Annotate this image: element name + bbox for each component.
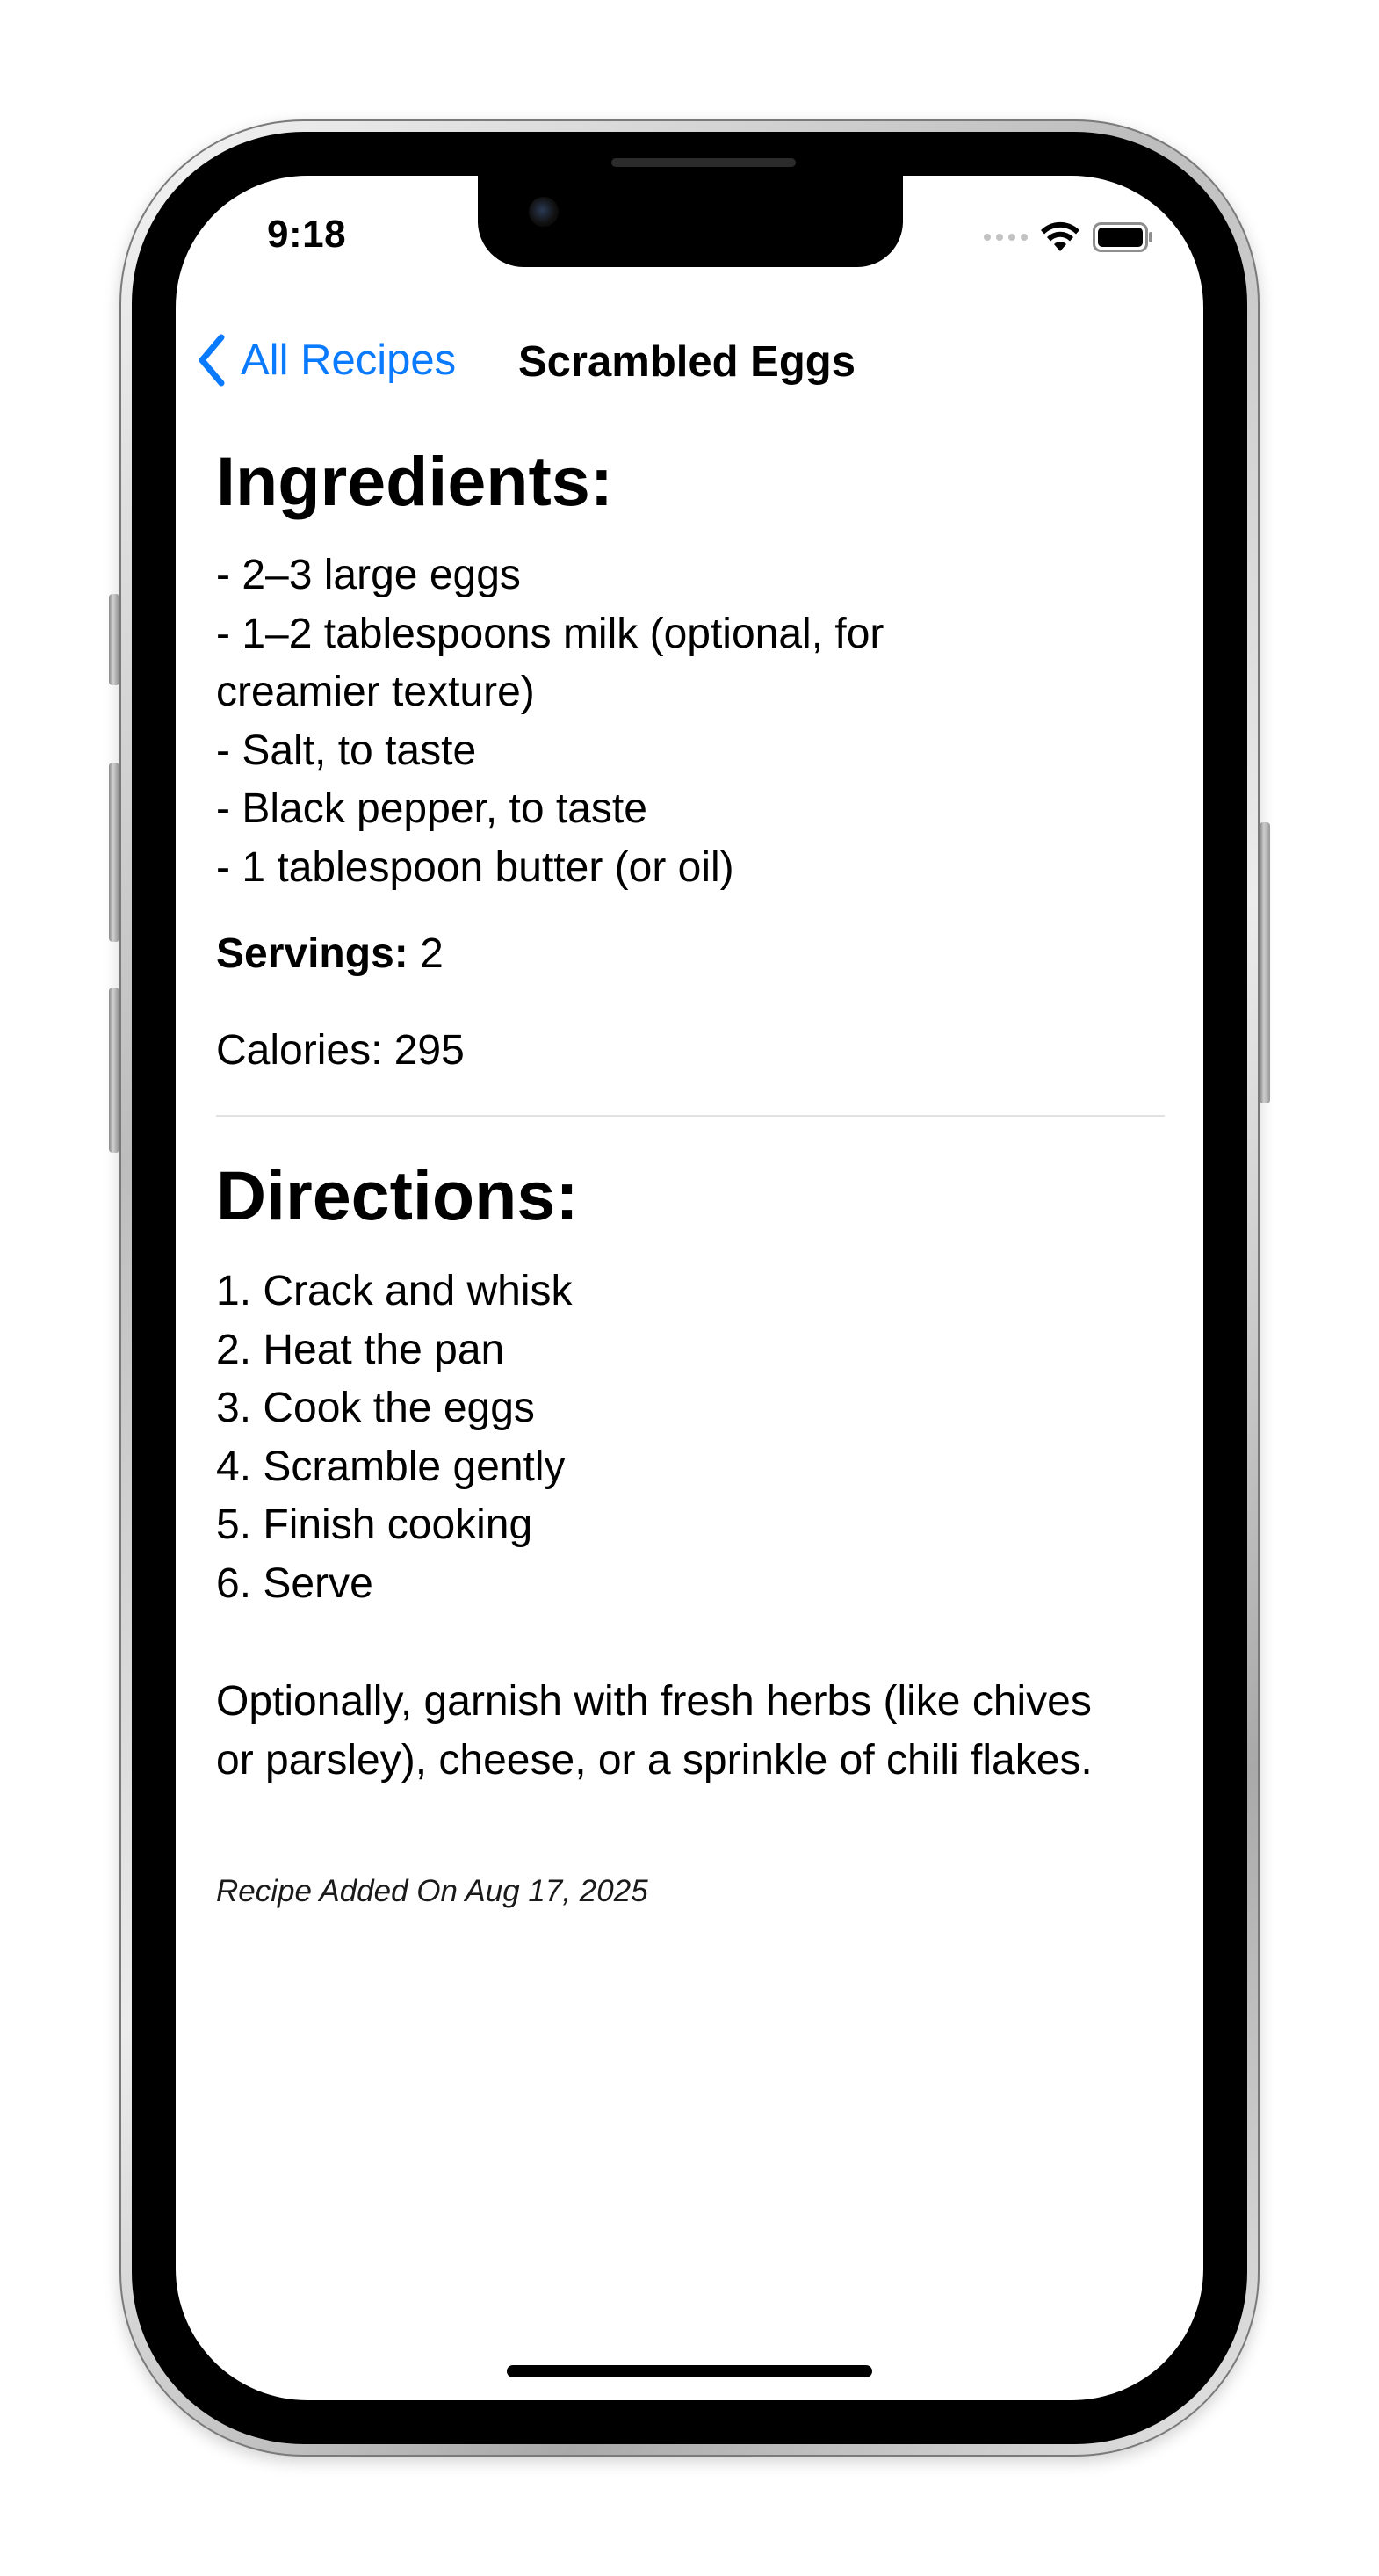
recipe-added-date: Recipe Added On Aug 17, 2025 [216, 1874, 648, 1908]
silent-switch [109, 594, 119, 685]
direction-step: 1. Crack and whisk [216, 1268, 573, 1314]
divider [216, 1115, 1165, 1117]
ingredients-heading: Ingredients: [216, 442, 614, 520]
navigation-bar: All Recipes Scrambled Eggs [176, 325, 1203, 404]
back-button-label: All Recipes [241, 336, 457, 384]
status-icons [984, 221, 1154, 253]
note-line: or parsley), cheese, or a sprinkle of ch… [216, 1736, 1093, 1784]
servings: Servings: 2 [216, 925, 1165, 983]
cellular-signal-icon [984, 234, 1028, 241]
status-time: 9:18 [267, 213, 347, 256]
ingredient-line: - Salt, to taste [216, 727, 477, 774]
volume-down-button [109, 988, 119, 1153]
calories: Calories: 295 [216, 1027, 465, 1074]
servings-label: Servings: [216, 930, 408, 977]
phone-frame: 9:18 All Recipes Scrambled Eggs Ingredie… [119, 119, 1260, 2457]
ingredient-line: - 1 tablespoon butter (or oil) [216, 843, 734, 891]
screen: 9:18 All Recipes Scrambled Eggs Ingredie… [176, 176, 1203, 2400]
battery-icon [1093, 222, 1152, 252]
directions-list: 1. Crack and whisk 2. Heat the pan 3. Co… [216, 1263, 1165, 1613]
note-line: Optionally, garnish with fresh herbs (li… [216, 1678, 1092, 1725]
volume-up-button [109, 763, 119, 942]
wifi-icon [1041, 221, 1079, 251]
earpiece-speaker [611, 158, 796, 167]
ingredient-line: - 1–2 tablespoons milk (optional, for [216, 610, 884, 657]
ingredient-line: - Black pepper, to taste [216, 785, 647, 832]
phone-bezel: 9:18 All Recipes Scrambled Eggs Ingredie… [132, 132, 1247, 2444]
back-button[interactable]: All Recipes [195, 332, 456, 388]
direction-step: 3. Cook the eggs [216, 1385, 535, 1431]
garnish-note: Optionally, garnish with fresh herbs (li… [216, 1673, 1165, 1790]
power-button [1260, 822, 1270, 1103]
direction-step: 5. Finish cooking [216, 1501, 533, 1548]
notch [478, 176, 903, 267]
direction-step: 6. Serve [216, 1559, 373, 1607]
recipe-content: Ingredients: - 2–3 large eggs - 1–2 tabl… [216, 439, 1165, 1909]
front-camera [529, 197, 559, 227]
direction-step: 2. Heat the pan [216, 1326, 505, 1373]
directions-heading: Directions: [216, 1156, 579, 1234]
direction-step: 4. Scramble gently [216, 1443, 566, 1490]
ingredients-list: - 2–3 large eggs - 1–2 tablespoons milk … [216, 546, 1165, 897]
servings-value: 2 [408, 930, 444, 977]
home-indicator[interactable] [507, 2365, 872, 2377]
ingredient-line: creamier texture) [216, 669, 535, 715]
nav-title: Scrambled Eggs [518, 338, 856, 386]
chevron-left-icon [199, 334, 225, 387]
ingredient-line: - 2–3 large eggs [216, 552, 521, 598]
page: 9:18 All Recipes Scrambled Eggs Ingredie… [0, 0, 1379, 2576]
